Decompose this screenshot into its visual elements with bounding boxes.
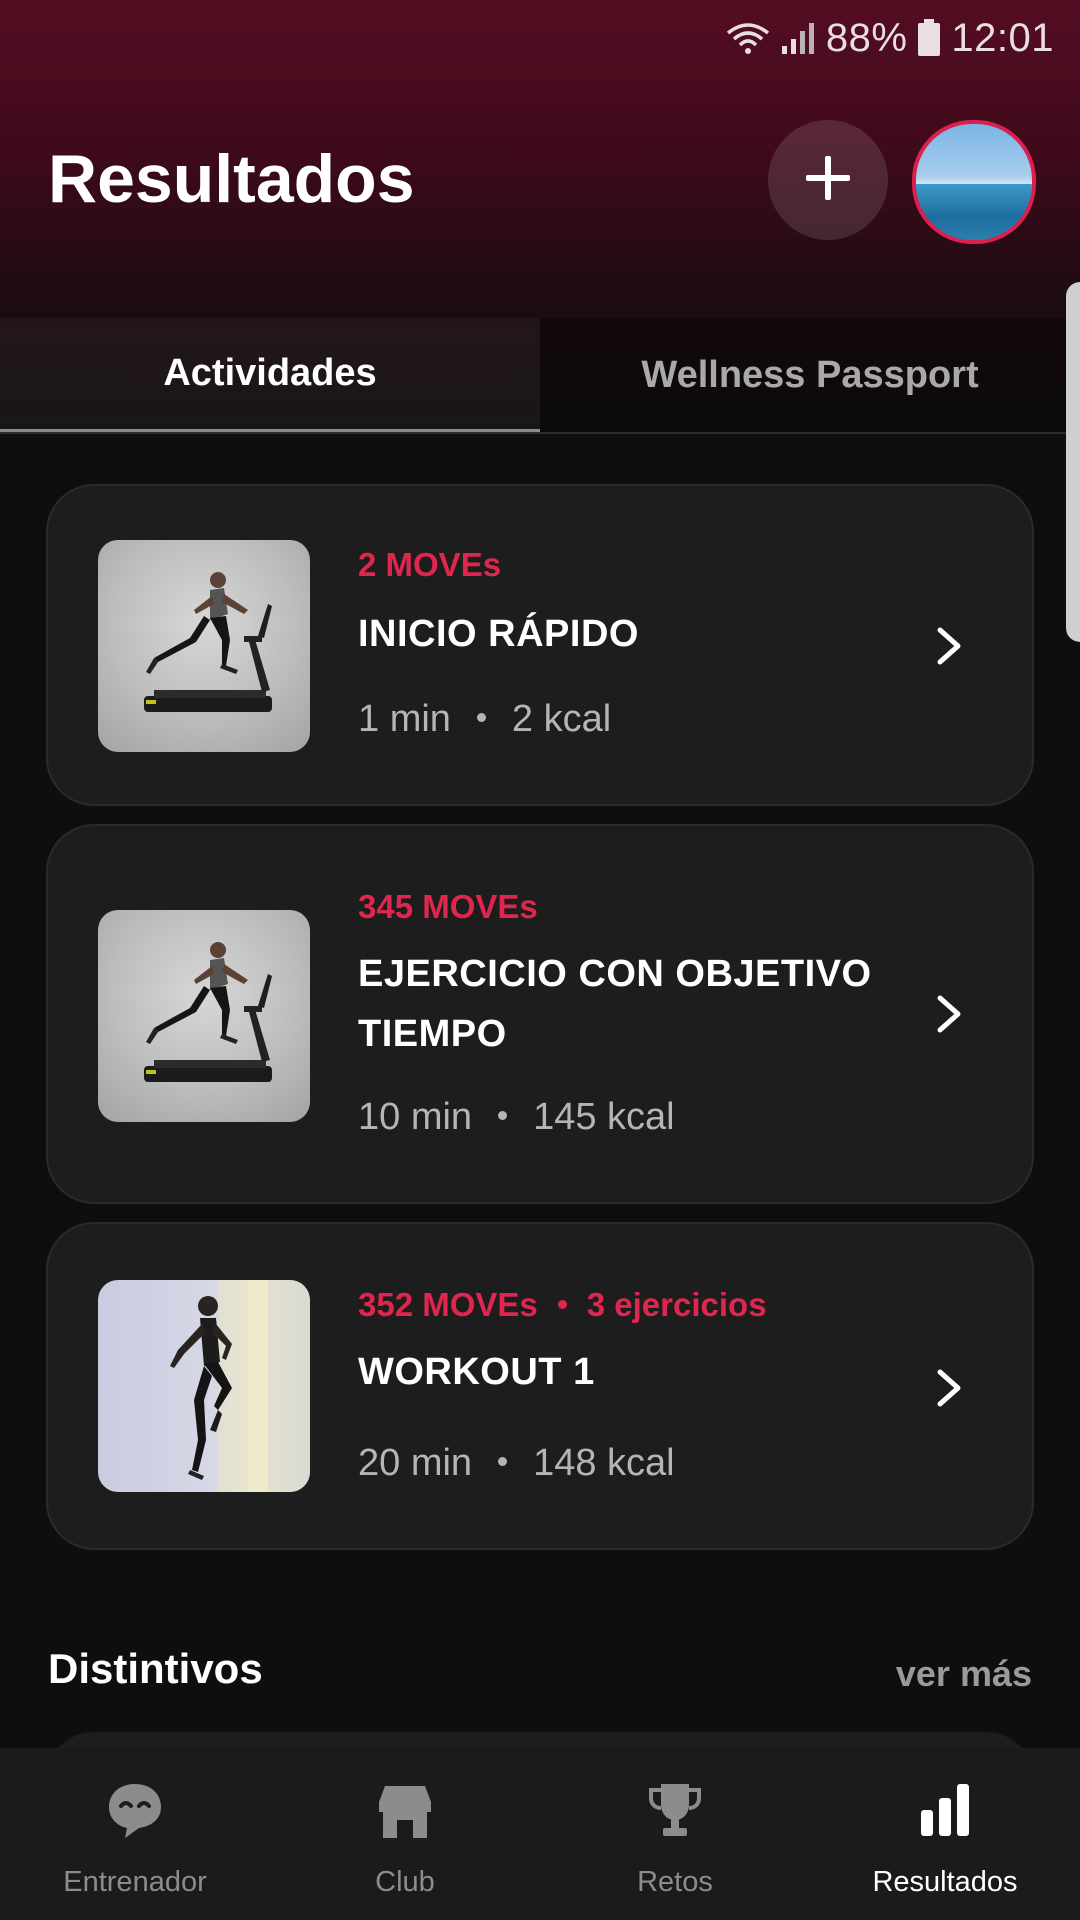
tab-wellness-passport[interactable]: Wellness Passport bbox=[540, 318, 1080, 432]
tab-bar: Actividades Wellness Passport bbox=[0, 318, 1080, 434]
activity-card[interactable]: 345 MOVEs EJERCICIO CON OBJETIVO TIEMPO … bbox=[46, 824, 1034, 1204]
plus-icon bbox=[804, 154, 852, 207]
edge-panel-handle[interactable] bbox=[1066, 282, 1080, 642]
bottom-navigation: Entrenador Club Retos Resultados bbox=[0, 1748, 1080, 1920]
trophy-icon bbox=[645, 1780, 705, 1840]
moves-count: 352 MOVEs 3 ejercicios bbox=[358, 1286, 767, 1324]
tab-actividades[interactable]: Actividades bbox=[0, 318, 540, 432]
wifi-icon bbox=[726, 21, 770, 55]
activity-kcal: 145 kcal bbox=[533, 1096, 675, 1138]
separator-dot bbox=[476, 713, 486, 723]
activity-duration: 1 min bbox=[358, 698, 451, 740]
coach-chat-icon bbox=[105, 1780, 165, 1840]
activity-duration: 20 min bbox=[358, 1442, 473, 1484]
nav-item-resultados[interactable]: Resultados bbox=[810, 1748, 1080, 1920]
see-more-link[interactable]: ver más bbox=[896, 1653, 1032, 1695]
moves-count: 345 MOVEs bbox=[358, 888, 538, 925]
moves-value: 352 MOVEs bbox=[358, 1286, 538, 1323]
activity-card[interactable]: 352 MOVEs 3 ejercicios WORKOUT 1 20 min 14… bbox=[46, 1222, 1034, 1550]
battery-percent: 88% bbox=[825, 15, 908, 60]
section-title-badges: Distintivos bbox=[48, 1645, 263, 1692]
activity-card[interactable]: 2 MOVEs INICIO RÁPIDO 1 min 2 kcal bbox=[46, 484, 1034, 806]
bar-chart-icon bbox=[915, 1780, 975, 1840]
nav-label: Retos bbox=[637, 1866, 713, 1898]
chevron-right-icon bbox=[932, 992, 966, 1036]
signal-icon bbox=[780, 20, 816, 56]
nav-label: Resultados bbox=[872, 1866, 1018, 1898]
add-button[interactable] bbox=[768, 120, 888, 240]
exercise-count: 3 ejercicios bbox=[586, 1286, 767, 1323]
nav-item-retos[interactable]: Retos bbox=[540, 1748, 810, 1920]
battery-icon bbox=[917, 19, 941, 57]
nav-label: Entrenador bbox=[63, 1866, 207, 1898]
chevron-right-icon bbox=[932, 624, 966, 668]
activity-kcal: 2 kcal bbox=[511, 698, 612, 740]
treadmill-thumbnail bbox=[98, 910, 310, 1122]
avatar[interactable] bbox=[912, 120, 1036, 244]
nav-label: Club bbox=[375, 1866, 435, 1898]
separator-dot bbox=[557, 1299, 567, 1309]
activity-title: WORKOUT 1 bbox=[358, 1351, 595, 1393]
chevron-right-icon bbox=[932, 1366, 966, 1410]
moves-count: 2 MOVEs bbox=[358, 546, 502, 583]
activity-title: EJERCICIO CON OBJETIVO TIEMPO bbox=[358, 953, 872, 1055]
treadmill-thumbnail bbox=[98, 540, 310, 752]
results-screen: 88% 12:01 Resultados Actividades Wellnes… bbox=[0, 0, 1080, 1920]
activity-title: INICIO RÁPIDO bbox=[358, 613, 639, 655]
separator-dot bbox=[498, 1457, 508, 1467]
athlete-thumbnail bbox=[98, 1280, 310, 1492]
activity-duration: 10 min bbox=[358, 1096, 473, 1138]
activity-stats: 10 min 145 kcal bbox=[358, 1096, 675, 1139]
separator-dot bbox=[498, 1111, 508, 1121]
nav-item-entrenador[interactable]: Entrenador bbox=[0, 1748, 270, 1920]
activity-stats: 20 min 148 kcal bbox=[358, 1442, 675, 1485]
store-icon bbox=[375, 1780, 435, 1840]
avatar-photo bbox=[916, 184, 1032, 240]
nav-item-club[interactable]: Club bbox=[270, 1748, 540, 1920]
status-bar: 88% 12:01 bbox=[726, 0, 1080, 76]
activity-stats: 1 min 2 kcal bbox=[358, 698, 611, 741]
activity-kcal: 148 kcal bbox=[533, 1442, 675, 1484]
page-title: Resultados bbox=[48, 141, 415, 217]
clock: 12:01 bbox=[951, 15, 1054, 60]
